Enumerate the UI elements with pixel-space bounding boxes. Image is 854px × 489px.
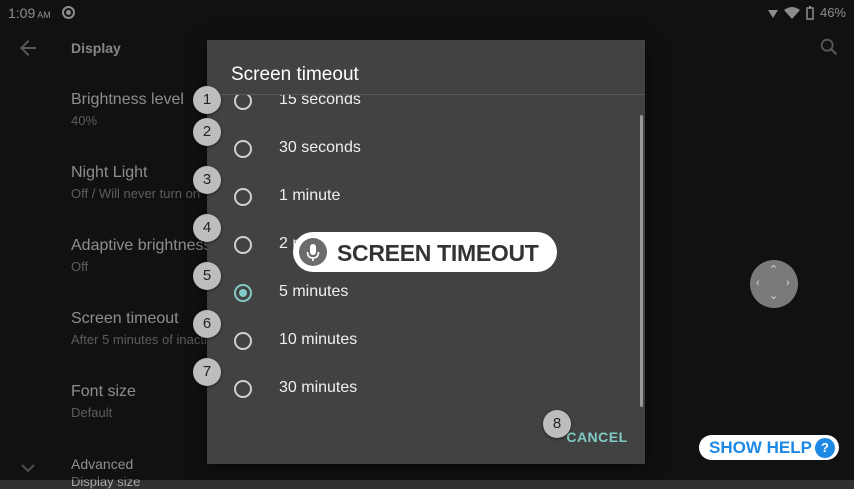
radio-button[interactable] xyxy=(234,332,252,350)
option-label: 10 minutes xyxy=(279,331,358,348)
option-5-minutes[interactable]: 5 minutes xyxy=(207,269,637,317)
arrow-right-icon: › xyxy=(786,277,790,289)
radio-button[interactable] xyxy=(234,140,252,158)
help-icon: ? xyxy=(815,438,835,458)
option-label: 5 minutes xyxy=(279,283,349,300)
show-help-label: SHOW HELP xyxy=(709,438,812,457)
radio-button-checked[interactable] xyxy=(234,284,252,302)
option-10-minutes[interactable]: 10 minutes xyxy=(207,317,637,365)
radio-button[interactable] xyxy=(234,188,252,206)
overlay-badge-5[interactable]: 5 xyxy=(193,262,221,290)
dialog-title: Screen timeout xyxy=(231,64,359,85)
option-label: 30 seconds xyxy=(279,139,361,156)
option-label: 15 seconds xyxy=(279,95,361,108)
nav-joystick[interactable]: ⌃ ‹ › ⌄ xyxy=(750,260,798,308)
radio-button[interactable] xyxy=(234,236,252,254)
option-30-seconds[interactable]: 30 seconds xyxy=(207,125,637,173)
voice-command-text: SCREEN TIMEOUT xyxy=(337,240,539,266)
overlay-badge-7[interactable]: 7 xyxy=(193,358,221,386)
overlay-badge-3[interactable]: 3 xyxy=(193,166,221,194)
arrow-left-icon: ‹ xyxy=(756,277,760,289)
option-1-minute[interactable]: 1 minute xyxy=(207,173,637,221)
option-15-seconds[interactable]: 15 seconds xyxy=(207,95,637,125)
show-help-button[interactable]: SHOW HELP ? xyxy=(699,435,839,460)
overlay-badge-6[interactable]: 6 xyxy=(193,310,221,338)
mic-icon xyxy=(299,238,327,266)
overlay-badge-8[interactable]: 8 xyxy=(543,410,571,438)
option-label: 1 minute xyxy=(279,187,341,204)
option-30-minutes[interactable]: 30 minutes xyxy=(207,365,637,413)
overlay-badge-1[interactable]: 1 xyxy=(193,86,221,114)
overlay-badge-4[interactable]: 4 xyxy=(193,214,221,242)
radio-button[interactable] xyxy=(234,380,252,398)
overlay-badge-2[interactable]: 2 xyxy=(193,118,221,146)
radio-button[interactable] xyxy=(234,95,252,110)
arrow-down-icon: ⌄ xyxy=(769,290,779,302)
voice-command-pill: SCREEN TIMEOUT xyxy=(293,232,557,272)
arrow-up-icon: ⌃ xyxy=(769,264,779,276)
option-label: 30 minutes xyxy=(279,379,358,396)
dialog-scrollbar[interactable] xyxy=(640,115,643,407)
